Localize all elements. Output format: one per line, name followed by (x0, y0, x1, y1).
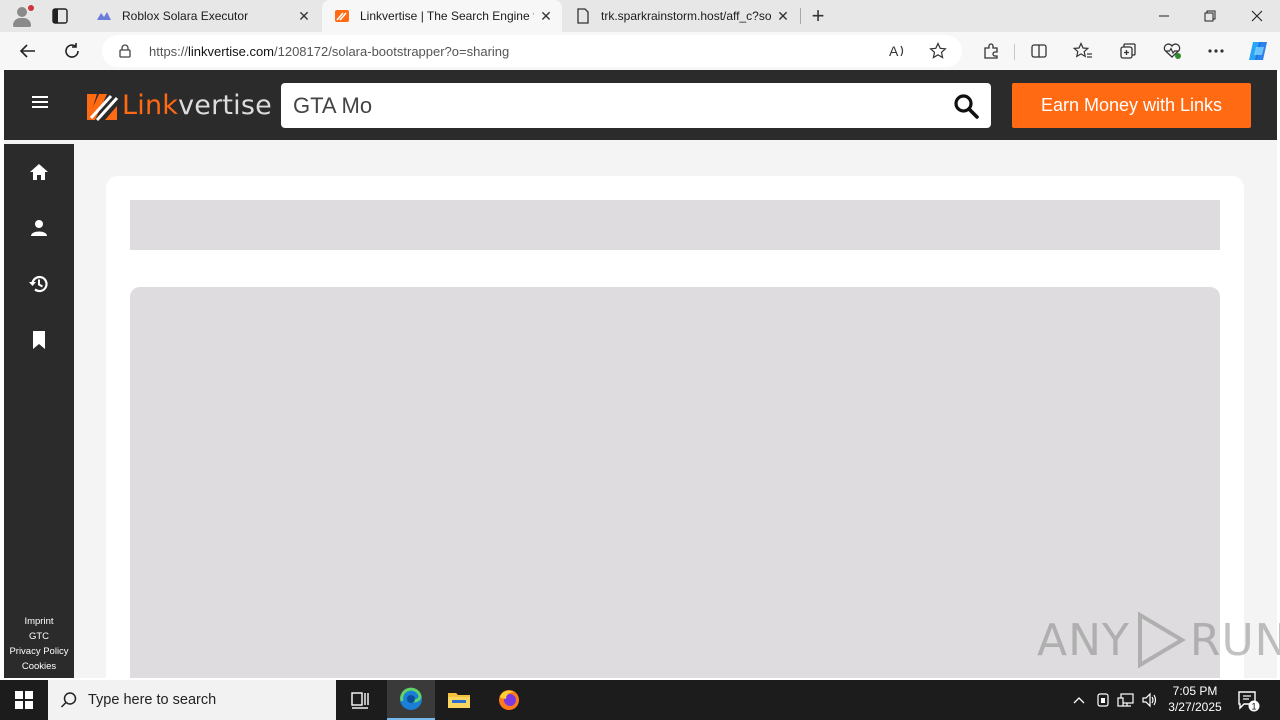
linkvertise-favicon-icon (334, 8, 350, 24)
favorites-icon[interactable] (1073, 41, 1093, 61)
account-icon[interactable] (27, 216, 51, 240)
url-path: /1208172/solara-bootstrapper?o=sharing (274, 44, 510, 59)
imprint-link[interactable]: Imprint (4, 616, 74, 627)
privacy-policy-link[interactable]: Privacy Policy (4, 646, 74, 657)
copilot-icon[interactable] (1246, 39, 1270, 63)
windows-taskbar: Type here to search 7:05 PM 3/27/2025 1 (0, 680, 1280, 720)
roblox-favicon-icon (96, 8, 112, 24)
watermark-play-icon (1137, 611, 1186, 669)
home-icon[interactable] (27, 160, 51, 184)
minimize-button[interactable] (1141, 0, 1187, 32)
browser-toolbar: https://linkvertise.com/1208172/solara-b… (0, 32, 1280, 70)
tab-actions-icon[interactable] (50, 6, 70, 26)
collections-icon[interactable] (1118, 41, 1138, 61)
url-text[interactable]: https://linkvertise.com/1208172/solara-b… (149, 44, 509, 59)
close-tab-icon[interactable]: ✕ (771, 4, 795, 28)
toolbar-separator (1014, 44, 1015, 60)
cookies-link[interactable]: Cookies (4, 661, 74, 672)
content-card (106, 176, 1244, 678)
task-view-icon[interactable] (336, 680, 384, 720)
taskbar-clock[interactable]: 7:05 PM 3/27/2025 (1160, 683, 1230, 715)
split-screen-icon[interactable] (1029, 41, 1049, 61)
extensions-icon[interactable] (981, 41, 1001, 61)
linkvertise-page: Linkvertise Earn Money with Links Imprin… (4, 70, 1277, 678)
close-window-button[interactable] (1234, 0, 1280, 32)
security-tray-icon[interactable] (1094, 680, 1112, 720)
anyrun-watermark: ANY RUN (1037, 610, 1280, 670)
linkvertise-logo-icon (87, 94, 119, 122)
svg-text:A: A (889, 43, 899, 59)
gtc-link[interactable]: GTC (4, 631, 74, 642)
tab-separator (800, 8, 801, 24)
refresh-button[interactable] (58, 37, 86, 65)
favorite-star-icon[interactable] (928, 41, 948, 61)
show-hidden-icons-icon[interactable] (1070, 680, 1088, 720)
taskbar-search-placeholder: Type here to search (88, 692, 217, 708)
earn-money-button[interactable]: Earn Money with Links (1012, 83, 1251, 128)
tab-title: Linkvertise | The Search Engine fo (360, 9, 534, 23)
tab-roblox-solara[interactable]: Roblox Solara Executor ✕ (84, 0, 320, 32)
clock-time: 7:05 PM (1172, 684, 1218, 698)
page-favicon-icon (575, 8, 591, 24)
logo-text-vertise: vertise (178, 89, 272, 121)
close-tab-icon[interactable]: ✕ (292, 4, 316, 28)
back-button[interactable] (14, 37, 42, 65)
clock-date: 3/27/2025 (1168, 700, 1222, 714)
search-box (281, 83, 991, 128)
lock-icon[interactable] (118, 44, 132, 58)
tab-sparkrainstorm[interactable]: trk.sparkrainstorm.host/aff_c?sou ✕ (563, 0, 799, 32)
edge-taskbar-icon[interactable] (387, 680, 435, 720)
windows-start-icon[interactable] (0, 680, 48, 720)
notification-count: 1 (1251, 702, 1256, 712)
logo-wordmark: Linkvertise (122, 90, 272, 121)
tab-title: Roblox Solara Executor (122, 9, 249, 23)
site-header: Linkvertise Earn Money with Links (4, 70, 1277, 140)
logo-text-link: Link (122, 89, 179, 121)
loading-placeholder-bar (130, 200, 1220, 250)
search-icon[interactable] (953, 93, 979, 119)
watermark-text-run: RUN (1189, 614, 1280, 666)
linkvertise-logo[interactable]: Linkvertise (85, 88, 272, 122)
file-explorer-icon[interactable] (435, 680, 483, 720)
network-icon[interactable] (1116, 680, 1136, 720)
search-input[interactable] (281, 83, 931, 128)
close-tab-icon[interactable]: ✕ (534, 4, 558, 28)
profile-avatar-icon[interactable] (10, 4, 34, 28)
history-icon[interactable] (27, 272, 51, 296)
notification-center-icon[interactable]: 1 (1236, 688, 1260, 712)
volume-icon[interactable] (1140, 680, 1160, 720)
firefox-icon[interactable] (485, 680, 533, 720)
tab-title: trk.sparkrainstorm.host/aff_c?sou (601, 9, 771, 23)
read-aloud-icon[interactable]: A (888, 41, 908, 61)
restore-button[interactable] (1187, 0, 1233, 32)
new-tab-button[interactable]: + (806, 3, 830, 28)
settings-more-icon[interactable] (1206, 41, 1226, 61)
menu-icon[interactable] (32, 96, 48, 110)
taskbar-search-icon (60, 692, 77, 708)
tab-linkvertise[interactable]: Linkvertise | The Search Engine fo ✕ (322, 0, 562, 32)
browser-essentials-icon[interactable] (1162, 41, 1182, 61)
sidebar: Imprint GTC Privacy Policy Cookies (4, 144, 74, 678)
watermark-text-any: ANY (1037, 614, 1130, 666)
bookmark-icon[interactable] (27, 328, 51, 352)
url-scheme: https:// (149, 44, 189, 59)
browser-tab-bar: Roblox Solara Executor ✕ Linkvertise | T… (0, 0, 1280, 32)
address-bar[interactable]: https://linkvertise.com/1208172/solara-b… (102, 35, 962, 67)
url-domain: linkvertise.com (188, 44, 274, 59)
taskbar-search-box[interactable]: Type here to search (48, 680, 336, 720)
